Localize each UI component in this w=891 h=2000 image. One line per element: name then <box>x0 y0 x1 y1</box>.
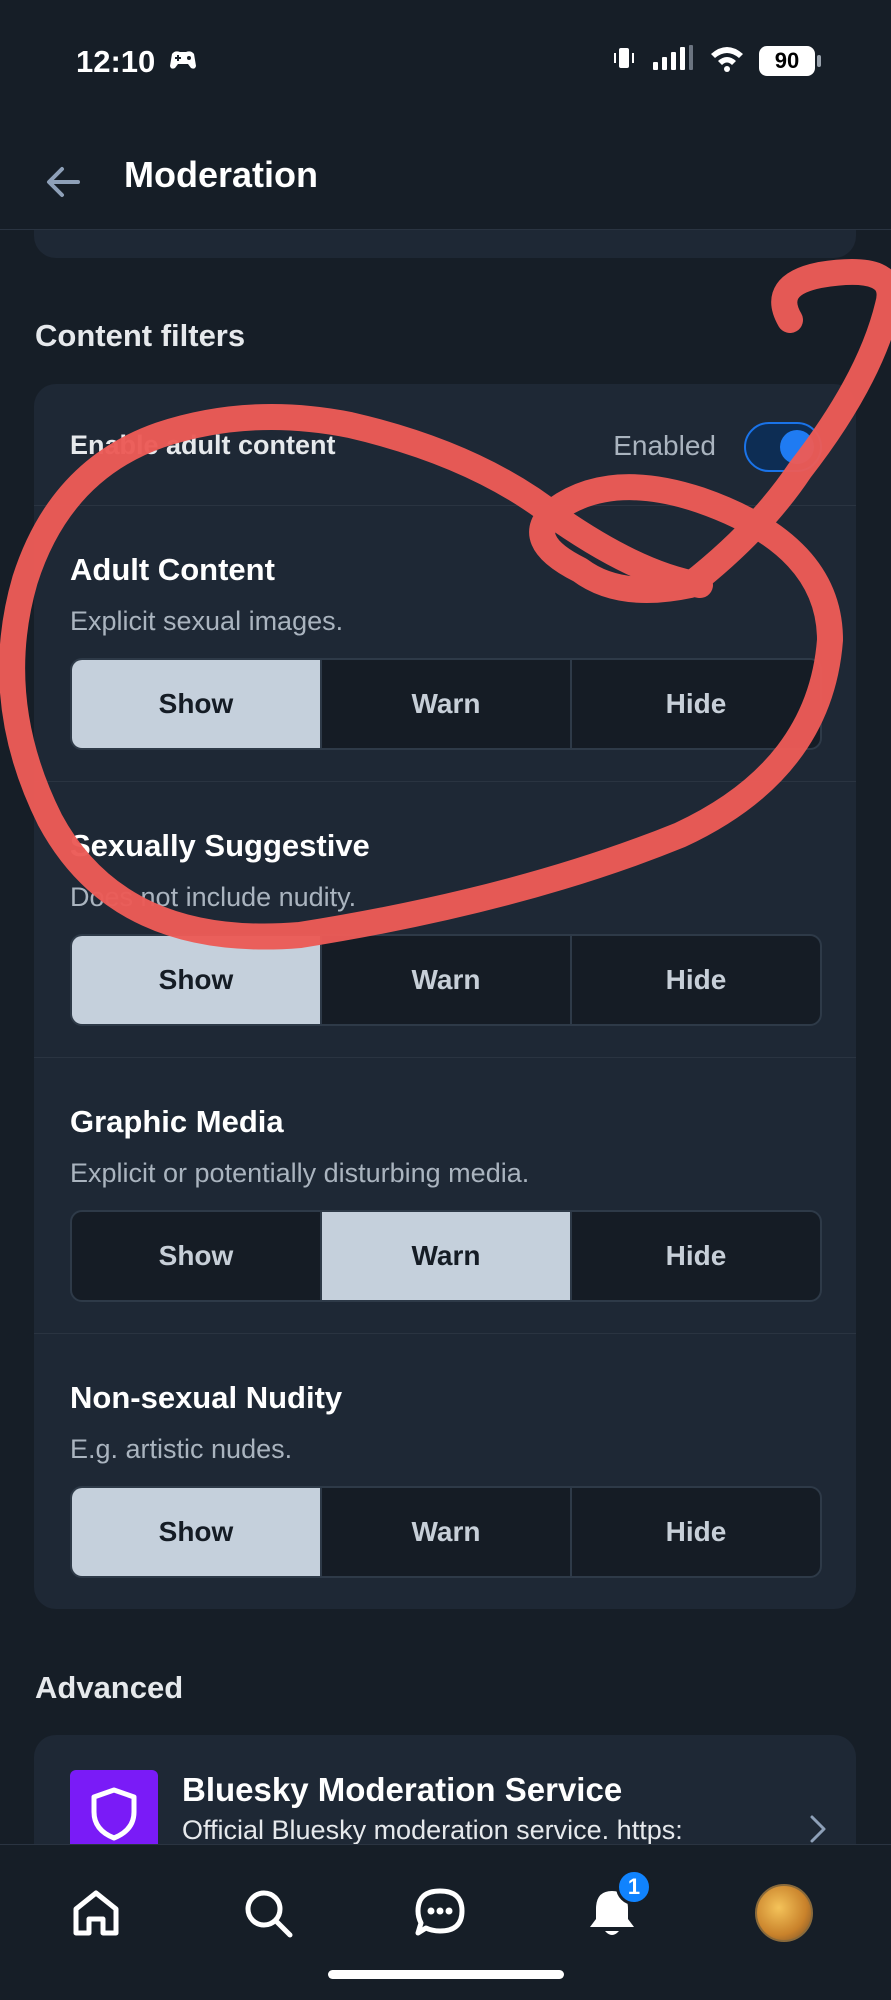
filter-name: Non-sexual Nudity <box>70 1380 343 1415</box>
search-icon <box>245 1890 293 1938</box>
segmented-control: Show Warn Hide <box>70 934 822 1026</box>
signal-icon <box>651 44 695 77</box>
chat-icon <box>415 1888 465 1936</box>
filter-adult-content: Adult Content Explicit sexual images. Sh… <box>34 506 856 782</box>
filter-description: Explicit or potentially disturbing media… <box>70 1158 530 1188</box>
wifi-icon <box>709 44 745 77</box>
page-title: Moderation <box>124 154 318 195</box>
nav-home[interactable] <box>66 1883 126 1943</box>
chevron-right-icon <box>806 1811 830 1845</box>
segmented-control: Show Warn Hide <box>70 1210 822 1302</box>
show-option[interactable]: Show <box>72 1488 322 1576</box>
segmented-control: Show Warn Hide <box>70 1486 822 1578</box>
shield-icon <box>70 1770 158 1845</box>
hide-option[interactable]: Hide <box>572 1212 820 1300</box>
filter-sexually-suggestive: Sexually Suggestive Does not include nud… <box>34 782 856 1058</box>
avatar <box>755 1884 813 1942</box>
filter-graphic-media: Graphic Media Explicit or potentially di… <box>34 1058 856 1334</box>
nav-notifications[interactable]: 1 <box>582 1869 652 1943</box>
content-filters-card: Enable adult content Enabled Adult Conte… <box>34 384 856 1609</box>
adult-content-toggle[interactable] <box>744 422 822 472</box>
section-title-advanced: Advanced <box>35 1670 184 1705</box>
app-header: Moderation <box>0 130 891 230</box>
warn-option[interactable]: Warn <box>322 1212 572 1300</box>
filter-description: Explicit sexual images. <box>70 606 344 636</box>
toggle-knob <box>780 430 814 464</box>
show-option[interactable]: Show <box>72 1212 322 1300</box>
service-description: Official Bluesky moderation service. htt… <box>182 1815 683 1845</box>
show-option[interactable]: Show <box>72 936 322 1024</box>
section-title-content-filters: Content filters <box>35 318 246 353</box>
filter-name: Sexually Suggestive <box>70 828 370 863</box>
status-bar: 12:10 90 <box>0 0 891 130</box>
hide-option[interactable]: Hide <box>572 936 820 1024</box>
vibrate-icon <box>611 45 637 76</box>
adult-content-toggle-row[interactable]: Enable adult content Enabled <box>34 384 856 506</box>
back-button[interactable] <box>40 158 88 206</box>
toggle-label: Enable adult content <box>70 430 336 460</box>
filter-description: E.g. artistic nudes. <box>70 1434 293 1464</box>
hide-option[interactable]: Hide <box>572 1488 820 1576</box>
home-icon <box>73 1890 119 1936</box>
moderation-service-item[interactable]: Bluesky Moderation Service Official Blue… <box>34 1735 856 1845</box>
status-indicators: 90 <box>611 44 821 77</box>
filter-description: Does not include nudity. <box>70 882 357 912</box>
toggle-state-label: Enabled <box>613 430 716 461</box>
arrow-left-icon <box>47 167 80 197</box>
hide-option[interactable]: Hide <box>572 660 820 748</box>
nav-profile[interactable] <box>754 1883 814 1943</box>
segmented-control: Show Warn Hide <box>70 658 822 750</box>
battery-icon: 90 <box>759 45 821 76</box>
warn-option[interactable]: Warn <box>322 936 572 1024</box>
game-controller-icon <box>168 48 198 79</box>
status-time: 12:10 <box>76 44 156 79</box>
show-option[interactable]: Show <box>72 660 322 748</box>
nav-chat[interactable] <box>410 1883 470 1943</box>
filter-name: Graphic Media <box>70 1104 284 1139</box>
warn-option[interactable]: Warn <box>322 660 572 748</box>
warn-option[interactable]: Warn <box>322 1488 572 1576</box>
nav-search[interactable] <box>238 1883 298 1943</box>
filter-name: Adult Content <box>70 552 275 587</box>
home-indicator <box>328 1970 564 1979</box>
filter-non-sexual-nudity: Non-sexual Nudity E.g. artistic nudes. S… <box>34 1334 856 1610</box>
service-name: Bluesky Moderation Service <box>182 1771 623 1808</box>
notification-badge: 1 <box>616 1869 652 1905</box>
